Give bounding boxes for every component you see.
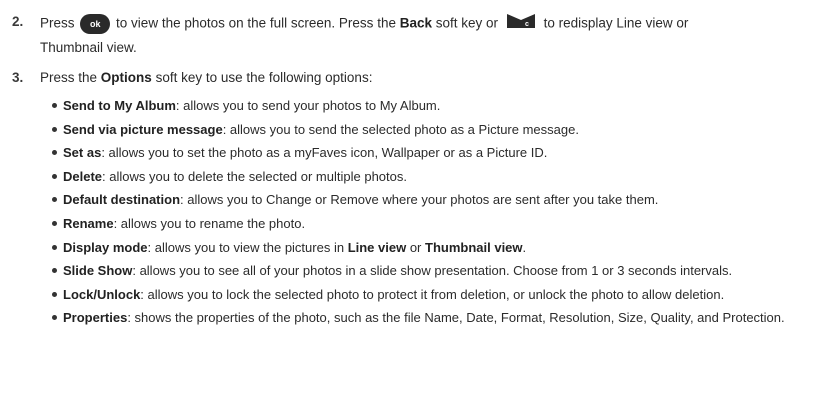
step-2-part2: to view the photos on the full screen. P… xyxy=(116,15,396,31)
option-desc: : allows you to view the pictures in xyxy=(147,239,348,255)
option-desc: : allows you to send the selected photo … xyxy=(222,121,579,137)
options-list: Send to My Album: allows you to send you… xyxy=(52,96,785,332)
option-term-thumbnail-view: Thumbnail view xyxy=(425,239,523,255)
list-item: Delete: allows you to delete the selecte… xyxy=(52,167,785,191)
svg-text:c: c xyxy=(525,21,529,28)
back-soft-key-label: Back xyxy=(399,15,433,31)
step-2-part1: Press xyxy=(40,15,75,31)
step-3-part1: Press the xyxy=(40,70,98,85)
option-desc: : allows you to rename the photo. xyxy=(113,215,306,231)
option-term: Rename xyxy=(63,215,114,231)
ok-button-icon: ok xyxy=(80,14,111,34)
option-term: Lock/Unlock xyxy=(63,286,141,302)
list-item: Properties: shows the properties of the … xyxy=(52,308,785,332)
list-item: Slide Show: allows you to see all of you… xyxy=(52,261,785,285)
option-term: Send via picture message xyxy=(63,121,223,137)
list-item: Send via picture message: allows you to … xyxy=(52,120,785,144)
step-2-part4: to redisplay Line view or xyxy=(543,15,689,31)
step-3-text: Press the Options soft key to use the fo… xyxy=(40,68,372,88)
list-item: Send to My Album: allows you to send you… xyxy=(52,96,785,120)
step-2-text: Press ok to view the photos on the full … xyxy=(40,12,688,36)
step-2-part3: soft key or xyxy=(435,15,499,31)
option-desc: : allows you to lock the selected photo … xyxy=(140,286,725,302)
step-3-part2: soft key to use the following options: xyxy=(155,70,373,85)
option-desc: : allows you to set the photo as a myFav… xyxy=(101,145,548,161)
bullet xyxy=(52,244,57,250)
list-item: Lock/Unlock: allows you to lock the sele… xyxy=(52,285,785,309)
options-soft-key-label: Options xyxy=(100,70,152,85)
option-term: Set as xyxy=(63,145,102,161)
option-term: Properties xyxy=(63,310,128,326)
bullet xyxy=(52,173,57,179)
bullet xyxy=(52,103,57,109)
bullet xyxy=(52,268,57,274)
option-term-line-view: Line view xyxy=(347,239,407,255)
bullet xyxy=(52,150,57,156)
list-item: Set as: allows you to set the photo as a… xyxy=(52,143,785,167)
option-term: Slide Show xyxy=(63,263,133,279)
back-end-key-icon: c xyxy=(505,12,537,36)
bullet xyxy=(52,221,57,227)
list-item: Display mode: allows you to view the pic… xyxy=(52,238,785,262)
option-term: Send to My Album xyxy=(63,98,176,113)
option-term: Default destination xyxy=(63,192,181,208)
option-desc: : allows you to Change or Remove where y… xyxy=(180,192,659,208)
step-2-line2: Thumbnail view. xyxy=(40,40,137,55)
option-term: Delete xyxy=(63,168,103,184)
option-desc-or: or xyxy=(406,239,426,255)
step-number: 2. xyxy=(12,14,24,29)
option-desc-end: . xyxy=(522,239,527,255)
step-number: 3. xyxy=(12,70,24,85)
option-term: Display mode xyxy=(63,239,148,255)
option-desc: : allows you to send your photos to My A… xyxy=(175,98,441,113)
bullet xyxy=(52,197,57,203)
list-item: Default destination: allows you to Chang… xyxy=(52,190,785,214)
bullet xyxy=(52,291,57,297)
option-desc: : shows the properties of the photo, suc… xyxy=(127,310,785,326)
bullet xyxy=(52,126,57,132)
manual-page: 2. Press ok to view the photos on the fu… xyxy=(0,0,834,394)
option-desc: : allows you to see all of your photos i… xyxy=(132,263,733,279)
option-desc: : allows you to delete the selected or m… xyxy=(102,168,407,184)
list-item: Rename: allows you to rename the photo. xyxy=(52,214,785,238)
bullet xyxy=(52,315,57,321)
